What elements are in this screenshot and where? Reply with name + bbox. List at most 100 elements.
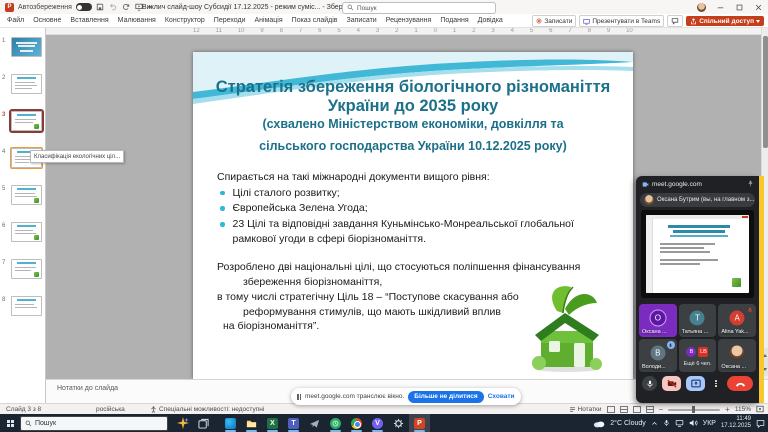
hide-banner-link[interactable]: Сховати xyxy=(488,393,515,400)
viber-button[interactable]: V xyxy=(367,414,388,432)
zoom-slider[interactable] xyxy=(668,409,720,411)
slide-title[interactable]: Стратегія збереження біологічного різном… xyxy=(211,78,615,153)
undo-icon[interactable] xyxy=(109,3,118,12)
present-in-teams-button[interactable]: Презентувати в Teams xyxy=(579,15,664,27)
slide-thumbnail-3[interactable] xyxy=(11,111,42,131)
maximize-button[interactable] xyxy=(730,0,749,14)
slide-title-sub-2: сільського господарства України 10.12.20… xyxy=(211,139,615,153)
close-button[interactable] xyxy=(749,0,768,14)
shared-screen-preview[interactable] xyxy=(641,210,754,298)
pin-icon[interactable] xyxy=(747,180,754,189)
comments-button[interactable] xyxy=(667,15,683,27)
taskbar-search[interactable]: Пошук xyxy=(20,416,168,431)
network-icon[interactable] xyxy=(675,419,684,427)
minimize-button[interactable] xyxy=(711,0,730,14)
presenter-pill[interactable]: Оксана Бутрим (вы, на главном з... xyxy=(640,193,755,207)
weather-text[interactable]: 2°C Cloudy xyxy=(610,420,645,427)
language-indicator[interactable]: УКР xyxy=(703,420,716,427)
tray-mic-icon[interactable] xyxy=(663,419,670,427)
participant-tile-tatyana[interactable]: T Татьяна ... xyxy=(679,304,717,337)
stop-sharing-button[interactable]: Більше не ділитися xyxy=(408,391,483,403)
file-explorer-button[interactable] xyxy=(241,414,262,432)
ribbon-tab-animations[interactable]: Анімація xyxy=(255,17,283,24)
shared-window-highlight-edge xyxy=(759,176,764,403)
participant-tile-volodymyr[interactable]: B Володи... xyxy=(639,339,677,372)
scrollbar-thumb[interactable] xyxy=(763,36,768,148)
end-call-button[interactable] xyxy=(727,376,753,391)
settings-button[interactable] xyxy=(388,414,409,432)
excel-button[interactable]: X xyxy=(262,414,283,432)
pause-share-icon[interactable] xyxy=(297,394,301,400)
hidden-icons-chevron[interactable] xyxy=(651,420,658,427)
participant-tile-oksana[interactable]: O Оксана ... xyxy=(639,304,677,337)
participant-initial: O xyxy=(649,309,666,326)
more-participants-tile[interactable]: В LB Ещё 6 чел. xyxy=(679,339,717,372)
participant-tile-oksana-photo[interactable]: Оксана ... xyxy=(718,339,756,372)
microphone-button[interactable] xyxy=(642,376,657,391)
titlebar-search[interactable]: Пошук xyxy=(342,2,496,14)
ribbon-tab-insert[interactable]: Вставлення xyxy=(70,17,108,24)
action-center-icon[interactable] xyxy=(756,419,765,428)
language-indicator[interactable]: російська xyxy=(96,406,125,413)
edge-button[interactable] xyxy=(220,414,241,432)
slide-thumbnail-1[interactable] xyxy=(11,37,42,57)
meet-more-options-icon[interactable] xyxy=(710,376,722,391)
powerpoint-titlebar: P Автозбереження Виклич слайд-шоу Субсид… xyxy=(0,0,768,14)
thumbnail-number: 7 xyxy=(2,260,5,266)
ribbon-tab-design[interactable]: Конструктор xyxy=(165,17,205,24)
ribbon-tab-record[interactable]: Записати xyxy=(347,17,377,24)
redo-icon[interactable] xyxy=(122,3,131,12)
ribbon-tab-view[interactable]: Подання xyxy=(440,17,468,24)
slideshow-view-button[interactable] xyxy=(646,406,654,413)
slide-thumbnail-7[interactable] xyxy=(11,259,42,279)
ribbon-tab-transitions[interactable]: Переходи xyxy=(214,17,246,24)
normal-view-button[interactable] xyxy=(607,406,615,413)
slide-thumbnail-8[interactable] xyxy=(11,296,42,316)
ribbon-tab-review[interactable]: Рецензування xyxy=(386,17,432,24)
ribbon-tab-help[interactable]: Довідка xyxy=(478,17,503,24)
record-button[interactable]: Записати xyxy=(532,15,576,27)
slide-sorter-view-button[interactable] xyxy=(620,406,628,413)
share-button[interactable]: Спільний доступ xyxy=(686,16,764,26)
mic-active-icon xyxy=(667,341,675,349)
slide-thumbnail-6[interactable] xyxy=(11,222,42,242)
reading-view-button[interactable] xyxy=(633,406,641,413)
ribbon-tab-slideshow[interactable]: Показ слайдів xyxy=(292,17,338,24)
ruler-number: 7 xyxy=(299,28,302,34)
autosave-toggle[interactable] xyxy=(76,3,92,11)
teams-button[interactable]: T xyxy=(283,414,304,432)
windows-taskbar: Пошук X T V P 2°C C xyxy=(0,414,768,432)
zoom-level[interactable]: 115% xyxy=(735,406,751,413)
notes-toggle-button[interactable]: Нотатки xyxy=(569,406,602,413)
telegram-button[interactable] xyxy=(304,414,325,432)
present-screen-button[interactable] xyxy=(686,376,705,391)
task-view-button[interactable] xyxy=(193,414,214,432)
eco-house-image xyxy=(527,279,607,373)
copilot-button[interactable] xyxy=(172,414,193,432)
ribbon-tab-file[interactable]: Файл xyxy=(7,17,24,24)
ribbon-tab-draw[interactable]: Малювання xyxy=(118,17,156,24)
green-clock-app-button[interactable] xyxy=(325,414,346,432)
slide-thumbnail-5[interactable] xyxy=(11,185,42,205)
ribbon-tab-home[interactable]: Основне xyxy=(33,17,61,24)
google-meet-window: meet.google.com Оксана Бутрим (вы, на гл… xyxy=(636,176,759,403)
accessibility-status[interactable]: Спеціальні можливості: недоступні xyxy=(150,406,264,413)
fit-slide-icon[interactable] xyxy=(756,405,764,415)
current-slide[interactable]: Стратегія збереження біологічного різном… xyxy=(193,52,633,379)
zoom-slider-knob[interactable] xyxy=(692,406,695,413)
account-avatar[interactable] xyxy=(692,0,711,14)
clock[interactable]: 11:49 17.12.2025 xyxy=(721,416,751,431)
volume-icon[interactable] xyxy=(689,419,698,427)
camera-off-button[interactable] xyxy=(662,376,681,391)
participant-tile-alina[interactable]: A Alina Yak... xyxy=(718,304,756,337)
save-icon[interactable] xyxy=(96,3,105,12)
record-dot-icon xyxy=(536,18,542,24)
start-button[interactable] xyxy=(0,420,20,427)
slide-thumbnail-2[interactable] xyxy=(11,74,42,94)
chrome-button[interactable] xyxy=(346,414,367,432)
ruler-number: 3 xyxy=(491,28,494,34)
powerpoint-taskbar-button[interactable]: P xyxy=(409,414,430,432)
zoom-out-icon[interactable]: − xyxy=(659,406,664,414)
participant-name: Володи... xyxy=(642,364,666,370)
zoom-in-icon[interactable]: + xyxy=(725,406,730,414)
